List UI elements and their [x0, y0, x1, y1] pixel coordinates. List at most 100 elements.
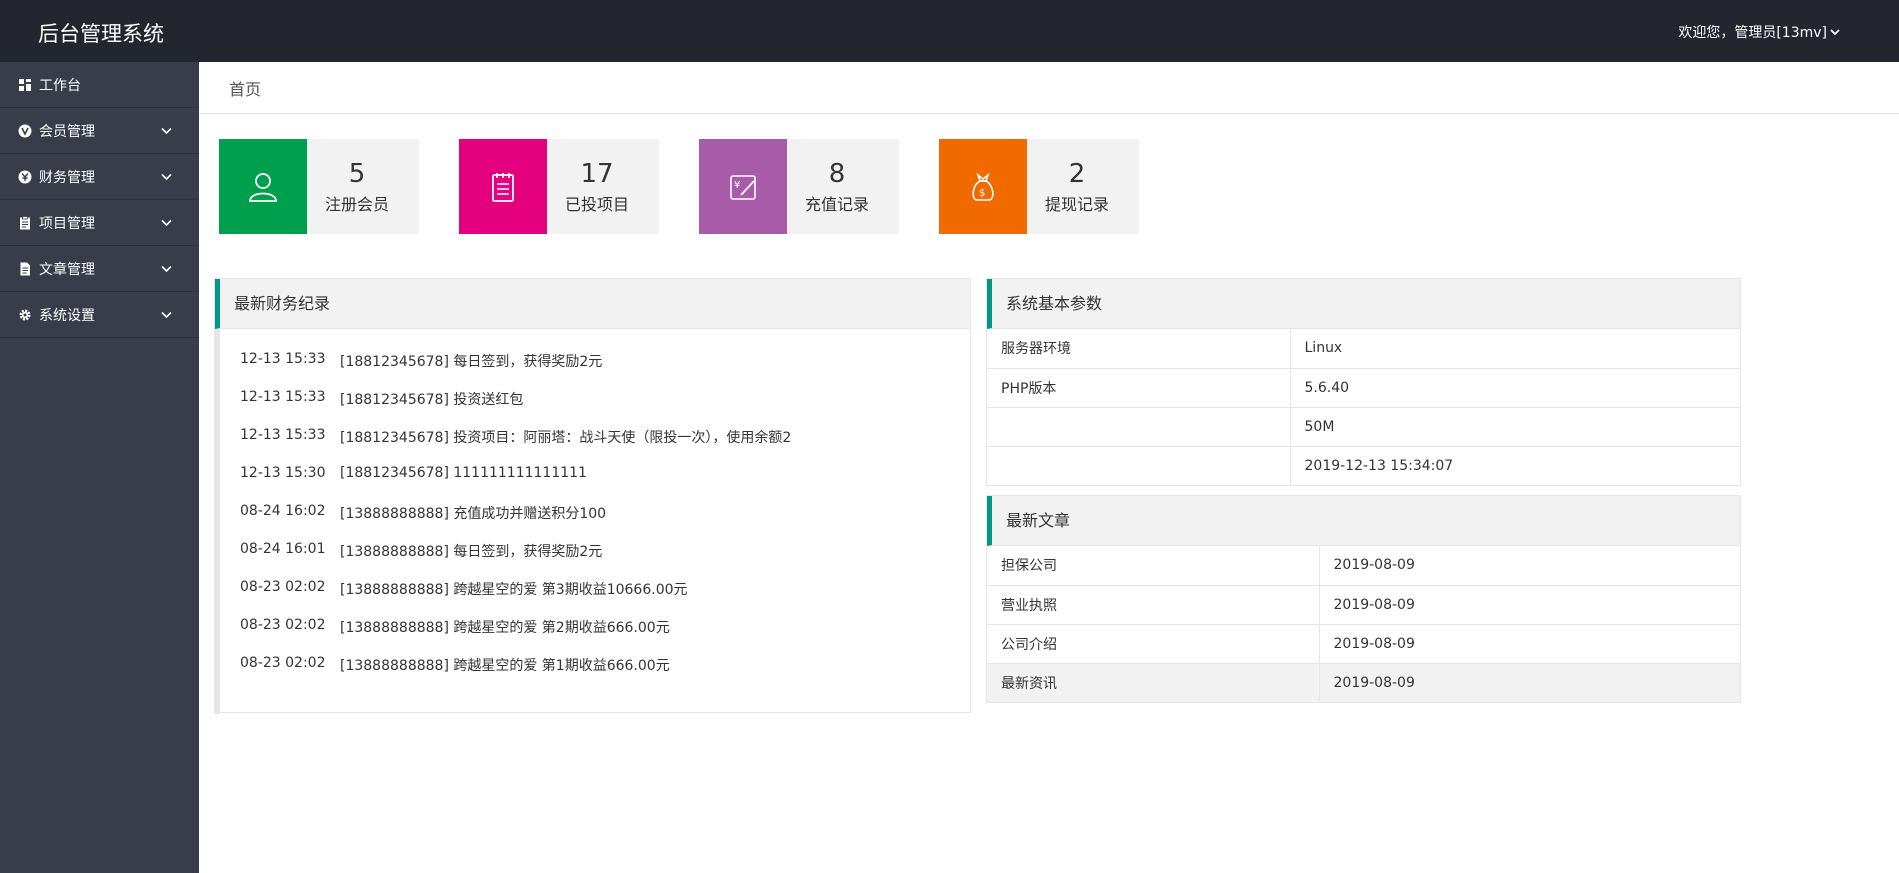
gear-icon	[17, 307, 32, 322]
sidebar: 工作台 会员管理 财务管理 项目管理 文章管理 系统设置	[0, 62, 199, 873]
money-bag-icon: $	[939, 139, 1027, 234]
stat-card-projects[interactable]: 17 已投项目	[459, 139, 659, 234]
list-item: 08-23 02:02 [13888888888] 跨越星空的爱 第1期收益666…	[240, 655, 970, 693]
stat-card-members[interactable]: 5 注册会员	[219, 139, 419, 234]
panel-title: 系统基本参数	[987, 279, 1740, 329]
table-cell-value: Linux	[1289, 329, 1740, 369]
log-time: 12-13 15:33	[240, 389, 326, 405]
sidebar-item-label: 财务管理	[39, 169, 95, 186]
log-text: [13888888888] 充值成功并赠送积分100	[340, 506, 607, 522]
sidebar-item-label: 会员管理	[39, 123, 95, 140]
article-title[interactable]: 担保公司	[987, 546, 1319, 586]
table-row[interactable]: 担保公司 2019-08-09	[987, 546, 1740, 586]
table-row: PHP版本 5.6.40	[987, 368, 1740, 408]
dashboard-icon	[17, 77, 32, 92]
chevron-down-icon	[161, 265, 172, 273]
table-row: 2019-12-13 15:34:07	[987, 446, 1740, 485]
list-item: 12-13 15:30 [18812345678] 111111111111111	[240, 465, 970, 503]
system-panel: 系统基本参数 服务器环境 Linux PHP版本 5.6.40 50M 2019-1…	[986, 278, 1741, 486]
article-panel: 最新文章 担保公司 2019-08-09 营业执照 2019-08-09 公司介绍 2…	[986, 495, 1741, 703]
stat-label: 注册会员	[324, 195, 389, 214]
log-text: [13888888888] 跨越星空的爱 第1期收益666.00元	[340, 658, 670, 674]
log-time: 08-23 02:02	[240, 579, 326, 595]
table-row[interactable]: 营业执照 2019-08-09	[987, 585, 1740, 625]
log-time: 08-23 02:02	[240, 655, 326, 671]
stat-value: 8	[828, 159, 846, 189]
sidebar-item-dashboard[interactable]: 工作台	[0, 62, 199, 108]
sidebar-item-members[interactable]: 会员管理	[0, 108, 199, 154]
panel-title: 最新财务纪录	[215, 279, 970, 329]
app-title: 后台管理系统	[38, 22, 164, 46]
article-title[interactable]: 营业执照	[987, 585, 1319, 625]
sidebar-item-label: 项目管理	[39, 215, 95, 232]
user-icon	[219, 139, 307, 234]
log-time: 12-13 15:30	[240, 465, 326, 481]
log-text: [13888888888] 跨越星空的爱 第2期收益666.00元	[340, 620, 670, 636]
chevron-down-icon	[161, 219, 172, 227]
sidebar-item-articles[interactable]: 文章管理	[0, 246, 199, 292]
user-menu-label: 欢迎您，管理员[13mv]	[1678, 25, 1827, 41]
svg-text:$: $	[979, 188, 985, 199]
log-text: [18812345678] 投资送红包	[340, 392, 524, 408]
list-item: 08-24 16:02 [13888888888] 充值成功并赠送积分100	[240, 503, 970, 541]
sidebar-item-projects[interactable]: 项目管理	[0, 200, 199, 246]
main-content: 首页 5 注册会员 17 已投项目 ¥ 8 充值记录 $ 2 提现记录 最新财务…	[199, 62, 1899, 873]
member-icon	[17, 123, 32, 138]
table-cell-key	[987, 407, 1290, 447]
article-date: 2019-08-09	[1318, 546, 1740, 586]
sidebar-item-label: 系统设置	[39, 307, 95, 324]
chevron-down-icon	[161, 311, 172, 319]
list-item: 08-24 16:01 [13888888888] 每日签到，获得奖励2元	[240, 541, 970, 579]
user-menu[interactable]: 欢迎您，管理员[13mv]	[1678, 22, 1841, 42]
log-text: [13888888888] 每日签到，获得奖励2元	[340, 544, 603, 560]
sidebar-item-settings[interactable]: 系统设置	[0, 292, 199, 338]
stat-card-recharges[interactable]: ¥ 8 充值记录	[699, 139, 899, 234]
stat-label: 提现记录	[1044, 195, 1109, 214]
sidebar-item-finance[interactable]: 财务管理	[0, 154, 199, 200]
article-title[interactable]: 最新资讯	[987, 663, 1319, 702]
finance-panel: 最新财务纪录 12-13 15:33 [18812345678] 每日签到，获得奖…	[214, 278, 971, 714]
table-cell-key: PHP版本	[987, 368, 1290, 408]
list-item: 12-13 15:33 [18812345678] 每日签到，获得奖励2元	[240, 351, 970, 389]
table-cell-key: 服务器环境	[987, 329, 1290, 369]
article-date: 2019-08-09	[1318, 585, 1740, 625]
log-time: 12-13 15:33	[240, 427, 326, 443]
sidebar-item-label: 文章管理	[39, 261, 95, 278]
table-row: 50M	[987, 407, 1740, 447]
article-icon	[17, 261, 32, 276]
stat-value: 2	[1068, 159, 1086, 189]
log-text: [18812345678] 111111111111111	[340, 465, 587, 481]
recharge-icon: ¥	[699, 139, 787, 234]
project-icon	[17, 215, 32, 230]
table-cell-value: 5.6.40	[1289, 368, 1740, 408]
log-time: 08-24 16:01	[240, 541, 326, 557]
stat-card-withdrawals[interactable]: $ 2 提现记录	[939, 139, 1139, 234]
article-title[interactable]: 公司介绍	[987, 624, 1319, 664]
svg-text:¥: ¥	[734, 180, 740, 191]
list-item: 12-13 15:33 [18812345678] 投资项目：阿丽塔：战斗天使（限…	[240, 427, 970, 465]
table-row[interactable]: 公司介绍 2019-08-09	[987, 624, 1740, 664]
table-row[interactable]: 最新资讯 2019-08-09	[987, 663, 1740, 702]
log-text: [13888888888] 跨越星空的爱 第3期收益10666.00元	[340, 582, 688, 598]
log-time: 12-13 15:33	[240, 351, 326, 367]
panel-title: 最新文章	[987, 496, 1740, 546]
stat-value: 5	[348, 159, 366, 189]
table-cell-value: 50M	[1289, 407, 1740, 447]
top-bar: 后台管理系统 欢迎您，管理员[13mv]	[0, 0, 1899, 62]
breadcrumb-home[interactable]: 首页	[229, 80, 261, 99]
list-item: 08-23 02:02 [13888888888] 跨越星空的爱 第3期收益106…	[240, 579, 970, 617]
chevron-down-icon	[161, 127, 172, 135]
log-time: 08-24 16:02	[240, 503, 326, 519]
table-cell-key	[987, 446, 1290, 485]
breadcrumb: 首页	[199, 62, 1899, 114]
article-date: 2019-08-09	[1318, 663, 1740, 702]
table-cell-value: 2019-12-13 15:34:07	[1289, 446, 1740, 485]
list-item: 08-23 02:02 [13888888888] 跨越星空的爱 第2期收益666…	[240, 617, 970, 655]
finance-icon	[17, 169, 32, 184]
clipboard-icon	[459, 139, 547, 234]
chevron-down-icon	[161, 173, 172, 181]
sidebar-item-label: 工作台	[39, 77, 81, 94]
finance-log-list: 12-13 15:33 [18812345678] 每日签到，获得奖励2元 12-…	[215, 329, 970, 714]
table-row: 服务器环境 Linux	[987, 329, 1740, 369]
stat-label: 已投项目	[564, 195, 629, 214]
